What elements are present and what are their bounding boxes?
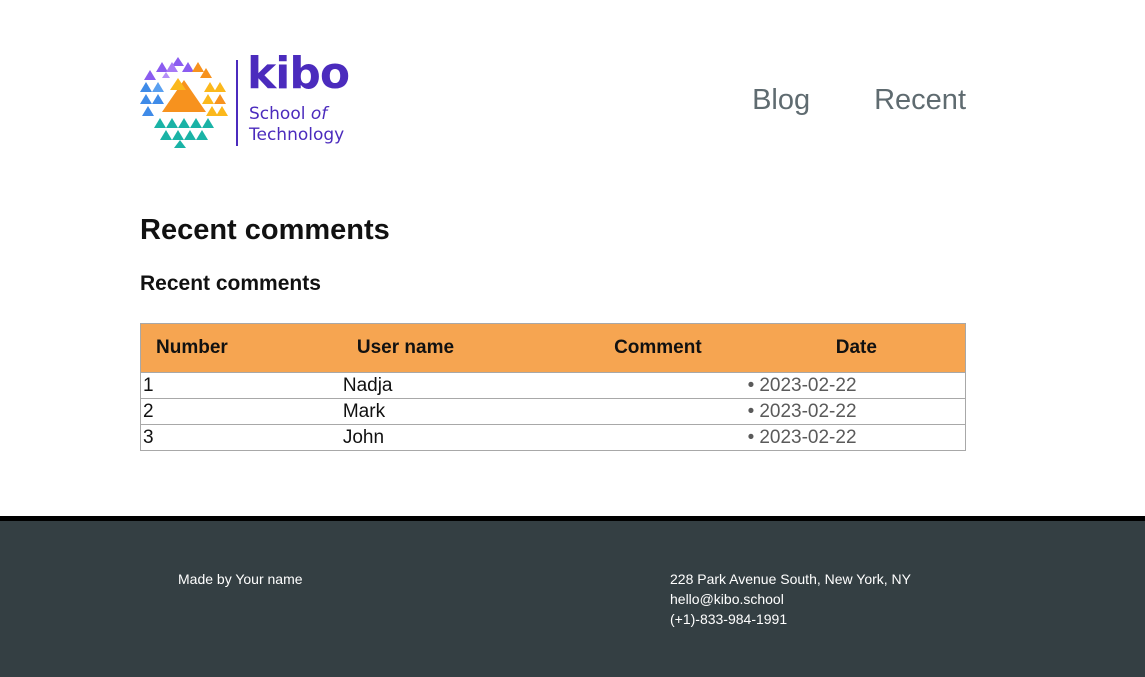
nav-link-recent[interactable]: Recent [874,86,966,115]
cell-comment [568,398,748,425]
cell-date: • 2023-02-22 [747,372,966,399]
comments-table: Number User name Comment Date 1 Nadja • 2… [140,323,966,451]
bullet-icon: • [747,427,755,448]
logo-subtitle-line1: School of [249,106,327,123]
table-header: Number User name Comment Date [140,323,966,373]
footer-phone[interactable]: (+1)-833-984-1991 [670,607,911,631]
cell-comment [568,425,748,451]
cell-comment [568,372,748,399]
cell-number: 2 [140,398,243,425]
cell-number: 1 [140,372,243,399]
column-header-user-name: User name [242,323,569,373]
column-header-comment: Comment [568,323,748,373]
bullet-icon: • [747,401,755,422]
cell-user-name: Nadja [242,372,569,399]
cell-date: • 2023-02-22 [747,398,966,425]
cell-date-value: 2023-02-22 [759,375,857,396]
cell-user-name: John [342,427,385,448]
logo-subtitle-line2: Technology [249,125,345,145]
table-row: 1 Nadja • 2023-02-22 [140,372,966,399]
kibo-triangles-icon [140,57,228,148]
cell-date-value: 2023-02-22 [759,427,857,448]
logo-wordmark: kibo [247,48,350,99]
page-title: Recent comments [140,214,390,246]
section-title: Recent comments [140,272,321,295]
main-nav: Blog Recent [752,86,966,115]
column-header-number: Number [140,323,243,373]
cell-user-name: Mark [242,398,569,425]
table-row: 3 John • 2023-02-22 [141,425,966,451]
main-content: Recent comments Recent comments Number U… [140,212,966,451]
kibo-logo[interactable]: kibo School of Technology [140,52,360,152]
table-body: 1 Nadja • 2023-02-22 2 Mark • 2023-02-22 3… [140,372,966,451]
site-header: kibo School of Technology Blog Recent [140,52,966,152]
page: kibo School of Technology Blog Recent Re… [0,0,1145,677]
bullet-icon: • [747,375,755,396]
nav-link-blog[interactable]: Blog [752,86,810,115]
logo-subtitle-of: of [310,104,328,124]
logo-divider [236,60,238,146]
table-header-row: Number User name Comment Date [140,323,966,373]
cell-date: • 2023-02-22 [748,425,966,451]
footer-made-by: Made by Your name [178,571,303,587]
site-footer: Made by Your name 228 Park Avenue South,… [0,521,1145,677]
cell-date-value: 2023-02-22 [759,401,857,422]
logo-subtitle-school: School [249,104,311,124]
cell-number: 3 [143,427,154,448]
footer-contact: 228 Park Avenue South, New York, NY hell… [670,571,911,631]
table-row: 2 Mark • 2023-02-22 [140,398,966,425]
column-header-date: Date [747,323,966,373]
